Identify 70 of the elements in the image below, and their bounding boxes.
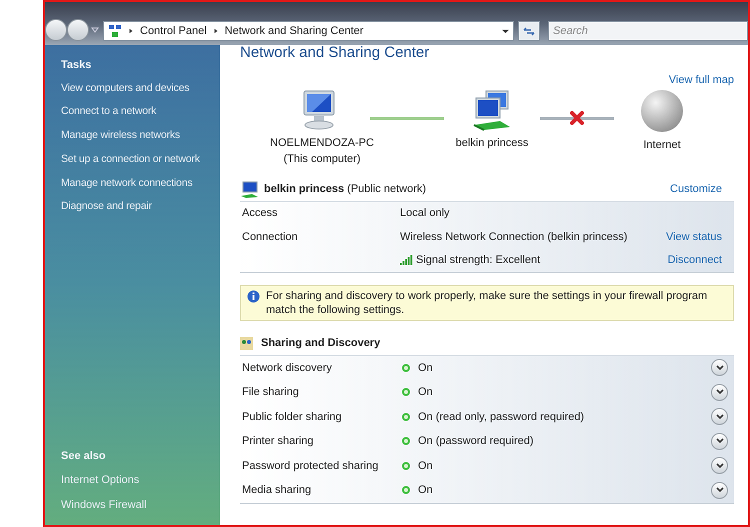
setting-value: On <box>418 385 433 400</box>
task-link[interactable]: Set up a connection or network <box>61 152 200 168</box>
setting-value: On <box>418 360 433 376</box>
setting-value: On <box>418 458 433 474</box>
signal-bars-icon <box>400 255 413 266</box>
expand-button[interactable] <box>711 482 728 499</box>
people-icon <box>240 336 253 350</box>
expand-button[interactable] <box>711 457 728 474</box>
see-also-link[interactable]: Windows Firewall <box>61 496 204 513</box>
detail-value: Local only <box>400 206 450 221</box>
expand-button[interactable] <box>711 432 728 450</box>
section-title: Sharing and Discovery <box>261 336 380 351</box>
breadcrumb-arrow-icon <box>212 28 219 34</box>
customize-link[interactable]: Customize <box>670 181 722 198</box>
page-title: Network and Sharing Center <box>240 44 430 62</box>
sidebar-heading: Tasks <box>61 58 92 73</box>
see-also-link[interactable]: Internet Options <box>61 472 204 488</box>
node-label: Internet <box>643 138 681 152</box>
node-label: NOELMENDOZA-PC <box>270 136 374 150</box>
setting-label: Media sharing <box>242 483 312 498</box>
task-link[interactable]: Manage wireless networks <box>61 128 180 144</box>
setting-label: Network discovery <box>242 360 333 376</box>
info-icon <box>247 290 260 303</box>
setting-value: On (read only, password required) <box>418 410 584 424</box>
history-dropdown-icon[interactable] <box>91 27 99 33</box>
globe-icon <box>640 88 684 132</box>
detail-label: Connection <box>242 230 299 244</box>
sidebar-heading: See also <box>61 448 107 464</box>
detail-link[interactable]: View status <box>666 228 722 245</box>
setting-label: File sharing <box>242 385 300 400</box>
chevron-down-icon <box>716 364 724 371</box>
node-sublabel: (This computer) <box>283 152 361 167</box>
dropdown-icon[interactable] <box>502 28 509 34</box>
network-icon <box>108 24 122 38</box>
breadcrumb[interactable]: Network and Sharing Center <box>224 22 364 40</box>
chevron-down-icon <box>716 487 724 494</box>
task-link[interactable]: Manage network connections <box>61 176 192 192</box>
expand-button[interactable] <box>711 359 728 376</box>
refresh-button[interactable] <box>518 21 540 41</box>
refresh-arrows-icon <box>523 26 535 36</box>
setting-label: Printer sharing <box>242 434 315 449</box>
forward-button[interactable] <box>67 19 89 41</box>
setting-label: Public folder sharing <box>242 410 343 424</box>
chevron-down-icon <box>716 414 724 420</box>
setting-value: On (password required) <box>418 434 534 449</box>
back-button[interactable] <box>45 19 67 41</box>
task-link[interactable]: Diagnose and repair <box>61 199 152 215</box>
chevron-down-icon <box>716 462 724 469</box>
detail-label: Access <box>242 206 278 221</box>
setting-label: Password protected sharing <box>242 458 380 474</box>
detail-link[interactable]: Disconnect <box>668 252 722 268</box>
search-field[interactable]: Search <box>548 21 748 41</box>
task-link[interactable]: Connect to a network <box>61 104 156 120</box>
address-bar[interactable]: Control Panel Network and Sharing Center <box>103 21 514 41</box>
view-full-map-link[interactable]: View full map <box>668 72 734 88</box>
network-computer-icon <box>240 180 260 198</box>
expand-button[interactable] <box>711 384 728 401</box>
detail-value: Signal strength: Excellent <box>416 253 540 268</box>
breadcrumb[interactable]: Control Panel <box>140 22 207 40</box>
setting-value: On <box>418 483 433 498</box>
breadcrumb-arrow-icon <box>128 28 134 34</box>
network-name: belkin princess (Public network) <box>264 182 426 198</box>
cross-icon <box>569 110 585 126</box>
expand-button[interactable] <box>711 408 728 426</box>
node-label: belkin princess <box>456 136 528 150</box>
info-message: For sharing and discovery to work properly, make sure the settings in your firewall program match the following settings. <box>266 289 708 317</box>
chevron-down-icon <box>716 389 724 396</box>
chevron-down-icon <box>716 438 724 444</box>
detail-value: Wireless Network Connection (belkin princess) <box>400 230 628 244</box>
task-link[interactable]: View computers and devices <box>61 80 190 96</box>
